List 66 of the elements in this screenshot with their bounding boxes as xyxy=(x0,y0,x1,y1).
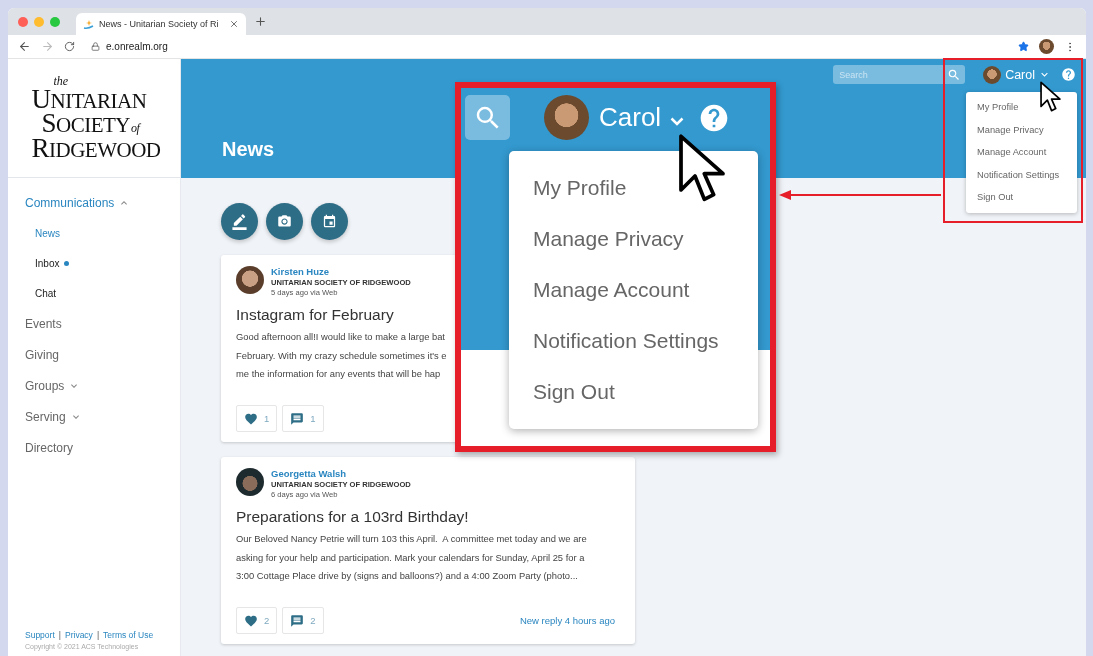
write-post-button[interactable] xyxy=(221,203,258,240)
sidebar-subitem[interactable]: News xyxy=(8,218,180,248)
sidebar-subitem[interactable]: Chat xyxy=(8,278,180,308)
back-icon[interactable] xyxy=(18,40,31,53)
post-title: Instagram for February xyxy=(236,306,395,324)
menu-item[interactable]: Manage Privacy xyxy=(509,213,758,264)
post-text: Our Beloved Nancy Petrie will turn 103 this April. A committee met today and we are xyxy=(236,532,587,546)
separator-text: | xyxy=(58,630,61,640)
author-avatar xyxy=(236,266,264,294)
post-title: Preparations for a 103rd Birthday! xyxy=(236,508,470,526)
camera-icon xyxy=(277,214,292,229)
heart-icon xyxy=(244,613,258,628)
post-text: Good afternoon all!I would like to make a large bat xyxy=(236,330,445,344)
menu-item[interactable]: Manage Account xyxy=(509,264,758,315)
sidebar-item[interactable]: Communications xyxy=(8,187,180,218)
menu-item[interactable]: My Profile xyxy=(966,96,1077,119)
author-name[interactable]: Kirsten Huze xyxy=(271,266,411,277)
footer-link[interactable]: Privacy xyxy=(65,630,93,640)
menu-item[interactable]: Notification Settings xyxy=(509,315,758,366)
sidebar-item[interactable]: Events xyxy=(8,308,180,339)
url-text[interactable]: e.onrealm.org xyxy=(106,41,168,52)
sidebar-item[interactable]: Serving xyxy=(8,401,180,432)
browser-tab[interactable]: News - Unitarian Society of Ri xyxy=(76,13,246,35)
separator-text: | xyxy=(96,630,100,640)
pencil-icon xyxy=(231,213,248,230)
caret-down-icon xyxy=(670,117,685,126)
reload-icon[interactable] xyxy=(64,41,75,52)
post-text: 3:00 Cottage Place drive by (signs and balloons?) and a 4:00 Zoom Party (photo... xyxy=(236,569,578,583)
sidebar-item[interactable]: Groups xyxy=(8,370,180,401)
sidebar-item[interactable]: Giving xyxy=(8,339,180,370)
event-post-button[interactable] xyxy=(311,203,348,240)
menu-item[interactable]: My Profile xyxy=(509,162,758,213)
new-tab-icon[interactable] xyxy=(254,15,267,28)
user-menu-button[interactable]: Carol xyxy=(599,102,685,133)
society-logo: the UNITARIAN SOCIETYof RIDGEWOOD xyxy=(30,76,161,160)
photo-post-button[interactable] xyxy=(266,203,303,240)
author-name[interactable]: Georgetta Walsh xyxy=(271,468,411,479)
menu-item[interactable]: Sign Out xyxy=(509,366,758,417)
menu-item[interactable]: Manage Privacy xyxy=(966,118,1077,141)
sidebar-item[interactable]: Directory xyxy=(8,432,180,463)
post-text: February. With my crazy schedule sometimes it's e xyxy=(236,348,447,363)
sidebar-subitem[interactable]: Inbox xyxy=(8,248,180,278)
user-menu-button[interactable]: Carol xyxy=(1005,67,1051,82)
bookmark-star-icon[interactable] xyxy=(1018,41,1029,52)
post-text: me the information for any events that will be hap xyxy=(236,367,441,381)
comment-icon xyxy=(290,411,305,426)
footer-link[interactable]: Support xyxy=(25,630,55,640)
calendar-icon xyxy=(322,214,337,229)
close-tab-icon[interactable] xyxy=(229,19,239,29)
comment-icon xyxy=(290,613,305,628)
footer-link[interactable]: Terms of Use xyxy=(103,630,154,640)
lock-icon xyxy=(91,42,100,51)
profile-avatar[interactable] xyxy=(1039,39,1054,54)
heart-icon xyxy=(244,411,258,426)
search-button[interactable] xyxy=(943,65,966,84)
author-avatar xyxy=(236,468,264,496)
help-icon[interactable] xyxy=(1061,67,1076,82)
new-reply-link[interactable]: New reply 4 hours ago xyxy=(519,615,615,626)
tab-title: News - Unitarian Society of Ri xyxy=(99,19,220,29)
menu-item[interactable]: Manage Account xyxy=(966,141,1077,164)
page-title: News xyxy=(222,138,275,161)
menu-item[interactable]: Sign Out xyxy=(966,186,1077,209)
post-text: asking for your help and participation. Mark your calendars for Sunday, April 25 for a xyxy=(236,550,585,565)
search-icon xyxy=(947,67,962,82)
user-avatar[interactable] xyxy=(983,65,1002,84)
menu-item[interactable]: Notification Settings xyxy=(966,163,1077,186)
